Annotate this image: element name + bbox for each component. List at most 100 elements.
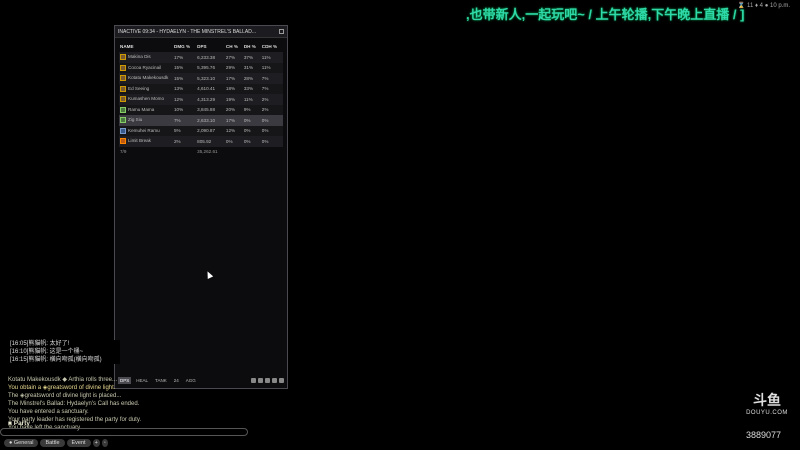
meter-title-bar[interactable]: INACTIVE 09:34 - HYDAELYN - THE MINSTREL… bbox=[115, 26, 287, 38]
party-channel-label: ■ Party bbox=[8, 420, 30, 427]
chat-line: Your party leader has registered the par… bbox=[8, 417, 142, 423]
cell-cdh: 2% bbox=[260, 104, 283, 115]
cell-name: Limit Break bbox=[119, 136, 173, 147]
chat-line: The Minstrel's Ballad: Hydaelyn's Call h… bbox=[8, 401, 140, 407]
cell-dh: 0% bbox=[242, 136, 261, 147]
add-tab-icon[interactable]: + bbox=[92, 439, 100, 447]
cell-dps: 2,633.10 bbox=[196, 115, 225, 126]
cell-dmg: 2% bbox=[173, 136, 197, 147]
cell-ch: 12% bbox=[224, 125, 243, 136]
col-dmg[interactable]: DMG % bbox=[173, 41, 196, 52]
cell-dps: 805.92 bbox=[196, 136, 225, 147]
cell-cdh: 0% bbox=[260, 115, 283, 126]
douyu-logo: 斗鱼 bbox=[753, 392, 781, 408]
dps-table-row[interactable]: Kumashen Momo 12% 4,313.29 19% 11% 2% bbox=[119, 94, 283, 105]
col-cdh[interactable]: CDH % bbox=[261, 41, 283, 52]
cell-dmg: 15% bbox=[173, 73, 197, 84]
room-id: 3889077 bbox=[746, 430, 782, 440]
chat-danmaku-popup: [16:05]熊貓帆: 太好了! [16:10]熊貓帆: 这是一个桶~ [16:… bbox=[10, 340, 120, 364]
dps-table-row[interactable]: Cocoa Ryacinail 15% 5,395.76 29% 31% 11% bbox=[119, 62, 283, 73]
total-cell bbox=[173, 147, 196, 158]
job-icon bbox=[120, 54, 126, 61]
cell-name: Ed Seeing bbox=[119, 83, 173, 94]
cell-dps: 3,845.88 bbox=[196, 104, 225, 115]
chat-line: Kotatu Makekousdk ◆ Arthia rolls three..… bbox=[8, 377, 117, 383]
job-icon bbox=[120, 106, 126, 113]
cell-dh: 0% bbox=[242, 115, 261, 126]
cell-cdh: 7% bbox=[260, 73, 283, 84]
chat-tab-label: General bbox=[13, 440, 34, 446]
screenshot-icon[interactable] bbox=[251, 378, 256, 383]
cell-dps: 4,610.41 bbox=[196, 83, 225, 94]
cell-cdh: 11% bbox=[260, 62, 283, 73]
total-cell: 7/9 bbox=[120, 149, 127, 155]
cell-ch: 27% bbox=[224, 52, 243, 63]
cell-name: Zig Siu bbox=[119, 115, 173, 126]
col-name[interactable]: NAME bbox=[119, 41, 173, 52]
job-icon bbox=[120, 75, 126, 82]
player-name: Ed Seeing bbox=[128, 85, 150, 91]
refresh-icon[interactable] bbox=[258, 378, 263, 383]
chat-log[interactable]: Kotatu Makekousdk ◆ Arthia rolls three..… bbox=[8, 376, 248, 432]
dps-table-row[interactable]: Limit Break 2% 805.92 0% 0% 0% bbox=[119, 136, 283, 147]
job-icon bbox=[120, 85, 126, 92]
dps-table-row[interactable]: Kotatu Makekousdk 15% 5,323.10 17% 28% 7% bbox=[119, 73, 283, 84]
cell-dps: 6,233.38 bbox=[196, 52, 225, 63]
danmaku-line: [16:15]熊貓帆: 横向吻孤(横向吻孤) bbox=[10, 357, 102, 363]
cell-name: Makina Dis bbox=[119, 52, 173, 63]
cell-dps: 5,395.76 bbox=[196, 62, 225, 73]
cell-name: Kotatu Makekousdk bbox=[119, 73, 173, 84]
chat-tab-battle[interactable]: Battle bbox=[40, 439, 65, 447]
party-label-text: Party bbox=[13, 420, 30, 427]
cell-name: Kemuhei Ramu bbox=[119, 125, 173, 136]
cell-dmg: 13% bbox=[173, 83, 197, 94]
chat-tabs: ● General Battle Event + ◦ bbox=[4, 439, 108, 447]
player-name: Cocoa Ryacinail bbox=[128, 64, 162, 70]
cell-ch: 17% bbox=[224, 115, 243, 126]
total-cell bbox=[261, 147, 283, 158]
settings-icon[interactable] bbox=[279, 378, 284, 383]
lock-icon[interactable] bbox=[265, 378, 270, 383]
cell-dh: 33% bbox=[242, 83, 261, 94]
chat-input[interactable] bbox=[0, 428, 248, 436]
cell-cdh: 0% bbox=[260, 125, 283, 136]
dps-table-row[interactable]: Makina Dis 17% 6,233.38 27% 37% 11% bbox=[119, 52, 283, 63]
dps-total-row: 7/9 35,262.61 bbox=[119, 147, 283, 158]
cell-dps: 2,090.87 bbox=[196, 125, 225, 136]
expand-icon[interactable] bbox=[279, 29, 284, 34]
chat-line: The ◈greatsword of divine light is place… bbox=[8, 393, 122, 399]
douyu-watermark: 斗鱼 DOUYU.COM bbox=[742, 390, 792, 416]
dps-table-body: Makina Dis 17% 6,233.38 27% 37% 11% Cocoa Ryac… bbox=[119, 52, 283, 157]
cell-name: Kumashen Momo bbox=[119, 94, 173, 105]
cell-cdh: 2% bbox=[260, 94, 283, 105]
col-ch[interactable]: CH % bbox=[225, 41, 243, 52]
col-dps[interactable]: DPS bbox=[196, 41, 225, 52]
chat-tab-event[interactable]: Event bbox=[66, 439, 91, 447]
dps-table-row[interactable]: Ed Seeing 13% 4,610.41 18% 33% 7% bbox=[119, 83, 283, 94]
dps-table-row[interactable]: Kemuhei Ramu 5% 2,090.87 12% 0% 0% bbox=[119, 125, 283, 136]
dps-table: NAME DMG % DPS CH % DH % CDH % Makina Di… bbox=[119, 41, 283, 157]
chat-settings-icon[interactable]: ◦ bbox=[101, 439, 108, 447]
chat-tab-general[interactable]: ● General bbox=[4, 439, 39, 447]
cell-dmg: 15% bbox=[173, 62, 197, 73]
col-dh[interactable]: DH % bbox=[243, 41, 261, 52]
dps-table-row[interactable]: Ramu Mama 10% 3,845.88 20% 9% 2% bbox=[119, 104, 283, 115]
dps-table-row[interactable]: Zig Siu 7% 2,633.10 17% 0% 0% bbox=[119, 115, 283, 126]
cell-ch: 0% bbox=[224, 136, 243, 147]
job-icon bbox=[120, 64, 126, 71]
cell-ch: 18% bbox=[224, 83, 243, 94]
cell-name: Ramu Mama bbox=[119, 104, 173, 115]
cell-dmg: 7% bbox=[173, 115, 197, 126]
cell-dh: 37% bbox=[242, 52, 261, 63]
close-icon[interactable] bbox=[272, 378, 277, 383]
cell-dmg: 10% bbox=[173, 104, 197, 115]
total-cell bbox=[225, 147, 243, 158]
player-name: Makina Dis bbox=[128, 54, 151, 60]
player-name: Limit Break bbox=[128, 138, 151, 144]
dps-meter-window[interactable]: INACTIVE 09:34 - HYDAELYN - THE MINSTREL… bbox=[114, 25, 288, 389]
dps-table-header: NAME DMG % DPS CH % DH % CDH % bbox=[119, 41, 283, 52]
footer-icon-group bbox=[251, 378, 284, 383]
cell-dh: 11% bbox=[242, 94, 261, 105]
cell-ch: 20% bbox=[224, 104, 243, 115]
status-bar: ⌛ 11 ♦ 4 ● 10 p.m. bbox=[737, 3, 790, 9]
